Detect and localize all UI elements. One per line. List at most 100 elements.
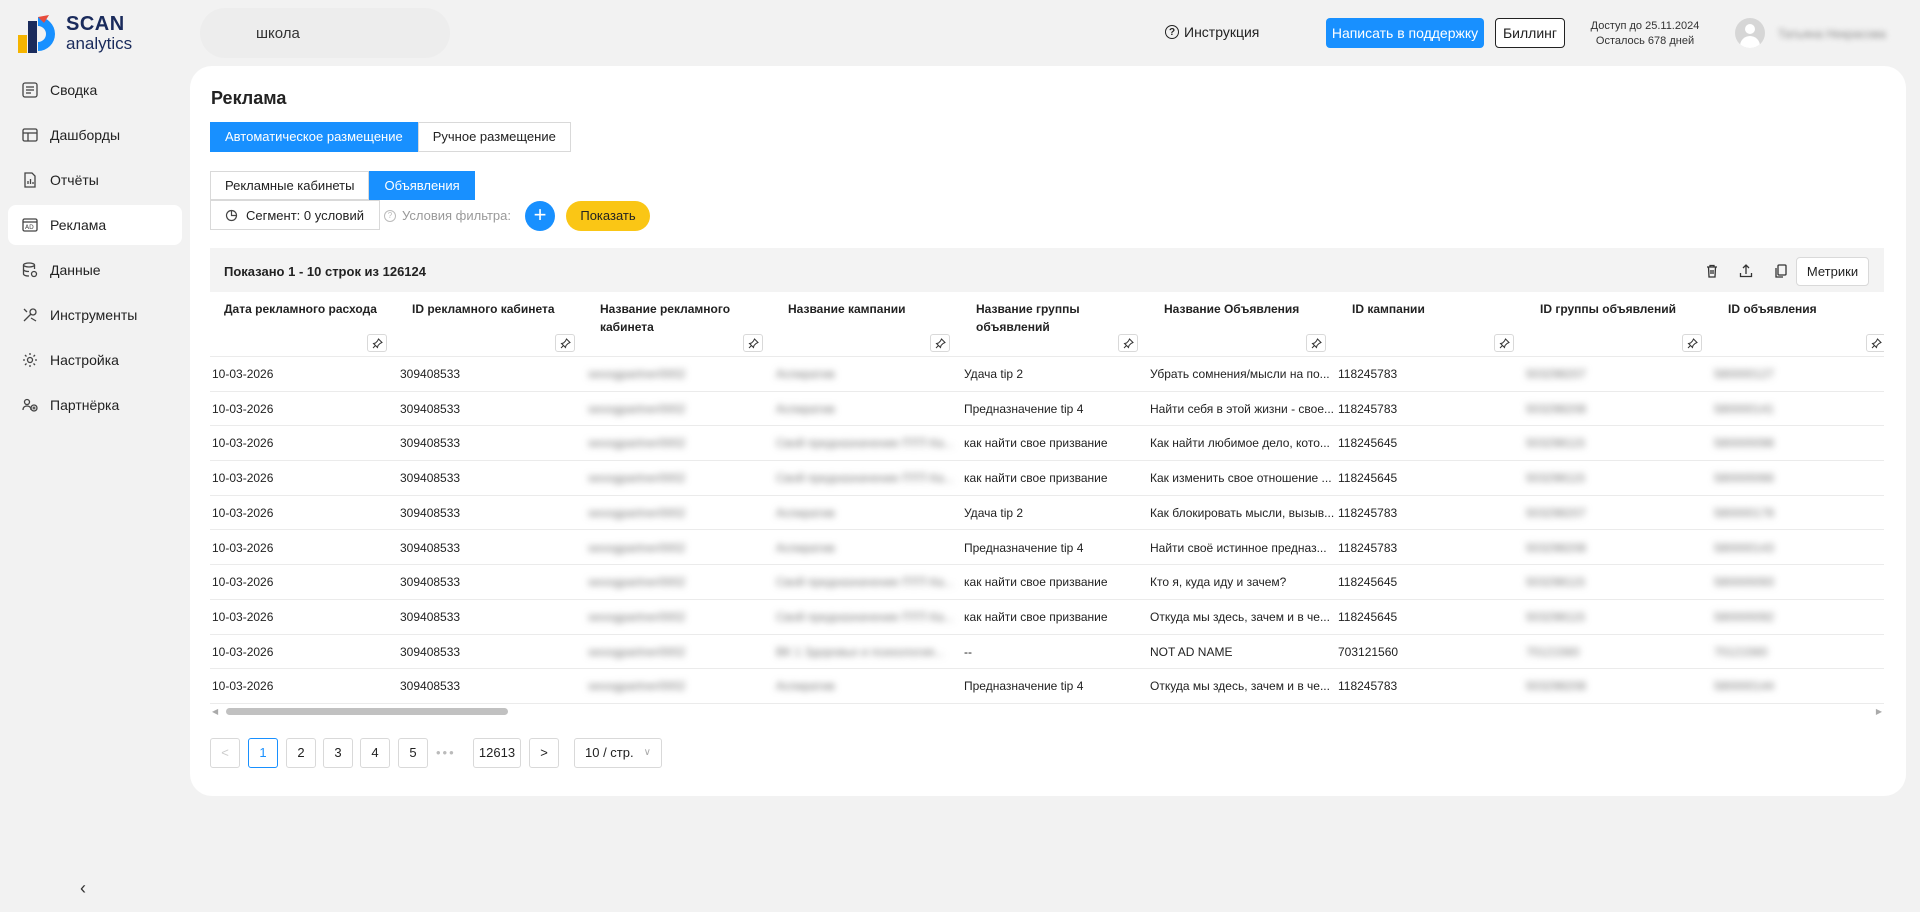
pagination-ellipsis[interactable]: ••• bbox=[436, 745, 456, 760]
delete-icon[interactable] bbox=[1704, 263, 1720, 279]
cell-date: 10-03-2026 bbox=[212, 575, 274, 590]
project-name[interactable]: школа bbox=[256, 25, 300, 42]
sidebar-item-summary[interactable]: Сводка bbox=[8, 70, 182, 110]
page-size-select[interactable]: 10 / стр. ∨ bbox=[574, 738, 662, 768]
scroll-right-icon[interactable]: ▶ bbox=[1876, 707, 1882, 716]
brand-logo[interactable]: SCAN analytics bbox=[18, 10, 178, 56]
cell-ad-id: 580000093 bbox=[1714, 575, 1775, 590]
copy-icon[interactable] bbox=[1773, 263, 1789, 279]
chevron-down-icon: ∨ bbox=[643, 747, 651, 758]
cell-campaign-id: 118245645 bbox=[1338, 609, 1398, 624]
cell-adgroup-name: Предназначение tip 4 bbox=[964, 401, 1084, 416]
scrollbar-thumb[interactable] bbox=[226, 708, 508, 715]
cell-campaign-name: Аспиратив bbox=[776, 679, 835, 694]
metrics-button[interactable]: Метрики bbox=[1796, 257, 1869, 286]
cell-account-id: 309408533 bbox=[400, 540, 461, 555]
page-size-value: 10 / стр. bbox=[585, 745, 634, 760]
segment-label: Сегмент: 0 условий bbox=[246, 207, 364, 223]
sidebar-label-tools: Инструменты bbox=[50, 307, 138, 323]
tab-auto-placement[interactable]: Автоматическое размещение bbox=[210, 122, 418, 152]
sidebar-item-data[interactable]: Данные bbox=[8, 250, 182, 290]
table-row[interactable]: 10-03-2026 309408533 seoogpartner0002 Ас… bbox=[210, 496, 1884, 531]
table-row[interactable]: 10-03-2026 309408533 seoogpartner0002 Ас… bbox=[210, 392, 1884, 427]
page-3[interactable]: 3 bbox=[323, 738, 353, 768]
cell-date: 10-03-2026 bbox=[212, 609, 274, 624]
pin-icon[interactable] bbox=[367, 334, 387, 352]
cell-date: 10-03-2026 bbox=[212, 644, 274, 659]
table-row[interactable]: 10-03-2026 309408533 seoogpartner0002 ВК… bbox=[210, 635, 1884, 670]
cell-campaign-name: Свой предназначение ПТП Ка... bbox=[776, 609, 954, 624]
pin-icon[interactable] bbox=[1682, 334, 1702, 352]
dashboard-icon bbox=[20, 125, 40, 145]
col-header-ad-id[interactable]: ID объявления bbox=[1714, 292, 1884, 357]
sidebar-label-partner: Партнёрка bbox=[50, 397, 120, 413]
billing-button[interactable]: Биллинг bbox=[1495, 18, 1565, 48]
col-title: ID рекламного кабинета bbox=[412, 302, 555, 316]
page-1[interactable]: 1 bbox=[248, 738, 278, 768]
filter-conditions: ? Условия фильтра: bbox=[384, 208, 511, 223]
table-row[interactable]: 10-03-2026 309408533 seoogpartner0002 Ас… bbox=[210, 531, 1884, 566]
cell-ad-name: Убрать сомнения/мысли на по... bbox=[1150, 367, 1330, 381]
cell-account-name: seoogpartner0002 bbox=[588, 401, 686, 416]
cell-ad-id: 580000098 bbox=[1714, 436, 1775, 451]
tab-ad-accounts[interactable]: Рекламные кабинеты bbox=[210, 171, 370, 200]
support-button[interactable]: Написать в поддержку bbox=[1326, 18, 1484, 48]
page-last[interactable]: 12613 bbox=[473, 738, 521, 768]
table-row[interactable]: 10-03-2026 309408533 seoogpartner0002 Св… bbox=[210, 565, 1884, 600]
tab-ads[interactable]: Объявления bbox=[369, 171, 475, 200]
table-row[interactable]: 10-03-2026 309408533 seoogpartner0002 Ас… bbox=[210, 357, 1884, 392]
pie-chart-icon bbox=[225, 209, 238, 221]
pin-icon[interactable] bbox=[1118, 334, 1138, 352]
scroll-left-icon[interactable]: ◀ bbox=[212, 707, 218, 716]
segment-selector[interactable]: Сегмент: 0 условий bbox=[210, 200, 380, 230]
table-row[interactable]: 10-03-2026 309408533 seoogpartner0002 Св… bbox=[210, 600, 1884, 635]
cell-campaign-name: ВК 1 Здоровье и психология... bbox=[776, 644, 945, 659]
sidebar-item-partner[interactable]: Партнёрка bbox=[8, 385, 182, 425]
row-count: Показано 1 - 10 строк из 126124 bbox=[224, 264, 427, 279]
collapse-sidebar-icon[interactable]: ‹ bbox=[80, 878, 86, 899]
cell-adgroup-name: -- bbox=[964, 644, 972, 659]
table-row[interactable]: 10-03-2026 309408533 seoogpartner0002 Ас… bbox=[210, 669, 1884, 704]
pin-icon[interactable] bbox=[1306, 334, 1326, 352]
table-row[interactable]: 10-03-2026 309408533 seoogpartner0002 Св… bbox=[210, 426, 1884, 462]
pin-icon[interactable] bbox=[743, 334, 763, 352]
cell-account-name: seoogpartner0002 bbox=[588, 644, 686, 659]
show-button[interactable]: Показать bbox=[566, 201, 650, 231]
user-name[interactable]: Татьяна Некрасова bbox=[1778, 27, 1886, 41]
sidebar-item-reports[interactable]: Отчёты bbox=[8, 160, 182, 200]
pin-icon[interactable] bbox=[1494, 334, 1514, 352]
cell-account-name: seoogpartner0002 bbox=[588, 609, 686, 624]
pin-icon[interactable] bbox=[930, 334, 950, 352]
cell-account-name: seoogpartner0002 bbox=[588, 540, 686, 555]
cell-adgroup-name: как найти свое призвание bbox=[964, 609, 1108, 624]
tab-manual-placement[interactable]: Ручное размещение bbox=[417, 122, 571, 152]
col-title: ID группы объявлений bbox=[1540, 302, 1676, 316]
horizontal-scrollbar[interactable]: ◀ ▶ bbox=[210, 705, 1884, 717]
pin-icon[interactable] bbox=[555, 334, 575, 352]
next-page-button[interactable]: > bbox=[529, 738, 559, 768]
table-row[interactable]: 10-03-2026 309408533 seoogpartner0002 Св… bbox=[210, 461, 1884, 496]
pin-icon[interactable] bbox=[1866, 334, 1884, 352]
page-4[interactable]: 4 bbox=[360, 738, 390, 768]
partner-icon bbox=[20, 395, 40, 415]
sidebar-item-tools[interactable]: Инструменты bbox=[8, 295, 182, 335]
cell-ad-id: 580000092 bbox=[1714, 609, 1775, 624]
page-2[interactable]: 2 bbox=[286, 738, 316, 768]
project-selector[interactable] bbox=[200, 8, 450, 58]
brand-line1: SCAN bbox=[66, 13, 125, 35]
sidebar-item-dashboards[interactable]: Дашборды bbox=[8, 115, 182, 155]
user-avatar[interactable] bbox=[1735, 18, 1765, 48]
instruction-link[interactable]: ? Инструкция bbox=[1165, 24, 1259, 40]
sidebar-item-settings[interactable]: Настройка bbox=[8, 340, 182, 380]
page-5[interactable]: 5 bbox=[398, 738, 428, 768]
prev-page-button[interactable]: < bbox=[210, 738, 240, 768]
add-filter-button[interactable]: + bbox=[525, 201, 555, 231]
cell-ad-name: Как блокировать мысли, вызыв... bbox=[1150, 505, 1335, 520]
placement-tabs: Автоматическое размещение Ручное размеще… bbox=[210, 122, 571, 152]
cell-adgroup-name: Предназначение tip 4 bbox=[964, 540, 1084, 555]
cell-adgroup-id: 503298207 bbox=[1526, 505, 1587, 520]
sidebar-item-ads[interactable]: AD Реклама bbox=[8, 205, 182, 245]
export-icon[interactable] bbox=[1738, 263, 1754, 279]
cell-account-name: seoogpartner0002 bbox=[588, 367, 686, 381]
filter-help-icon[interactable]: ? bbox=[384, 209, 396, 222]
